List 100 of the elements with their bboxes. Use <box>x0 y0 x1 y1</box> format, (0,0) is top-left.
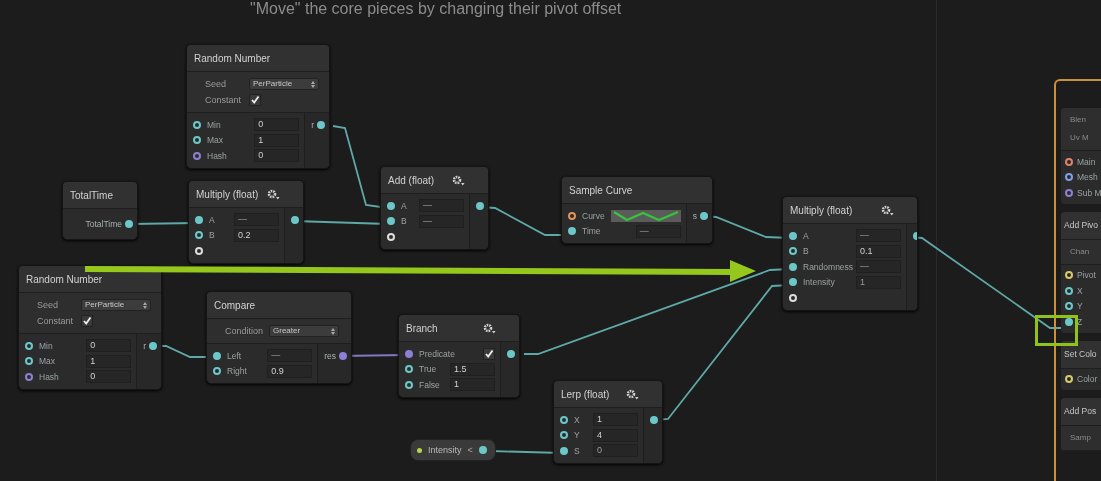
value-field[interactable]: — <box>635 224 681 238</box>
port-icon[interactable] <box>387 201 395 210</box>
node-card[interactable]: Multiply (float) A — B 0.1 Randomness — Intensity 1 <box>782 196 918 311</box>
port-icon[interactable] <box>193 136 201 145</box>
port-icon[interactable] <box>195 215 203 224</box>
node-title: Branch <box>406 322 438 334</box>
port-icon[interactable] <box>700 211 708 220</box>
node-title: Compare <box>214 299 256 311</box>
port-icon[interactable] <box>1065 317 1073 326</box>
property-node[interactable]: Intensity < <box>410 439 496 461</box>
port-icon[interactable] <box>405 365 413 374</box>
port-icon[interactable] <box>650 415 658 424</box>
dropdown[interactable]: PerParticle <box>249 78 319 90</box>
node-card[interactable]: Compare Condition Greater Left — Right 0.9 res <box>206 291 352 384</box>
port-icon[interactable] <box>25 357 33 366</box>
node-title: Add (float) <box>388 174 435 186</box>
port-label: X <box>1077 285 1084 296</box>
port-icon[interactable] <box>195 231 203 240</box>
port-icon[interactable] <box>568 227 576 236</box>
value-field[interactable]: — <box>419 214 464 228</box>
node-card[interactable]: Random Number Seed PerParticle Constant Min 0 Max 1 Hash 0 r <box>186 44 330 169</box>
value-field[interactable]: 0 <box>254 149 300 163</box>
value-field[interactable]: — <box>856 229 902 243</box>
block-card[interactable]: Blen Uv M Main Mesh Sub M <box>1061 108 1101 204</box>
port-icon[interactable] <box>789 262 797 271</box>
port-icon[interactable] <box>1065 173 1073 182</box>
value-field[interactable]: 1.5 <box>450 362 495 376</box>
value-field[interactable]: 0 <box>593 444 638 458</box>
value-field[interactable]: 1 <box>856 275 902 289</box>
dropdown[interactable]: PerParticle <box>81 299 151 311</box>
gear-icon[interactable] <box>626 388 639 400</box>
value-field[interactable]: 4 <box>593 428 638 442</box>
node-card[interactable]: Multiply (float) A — B 0.2 <box>188 180 304 264</box>
setting-label: Blen <box>1070 114 1087 126</box>
port-icon[interactable] <box>213 351 221 360</box>
value-field[interactable]: 0 <box>86 339 132 353</box>
port-icon[interactable] <box>291 215 299 224</box>
node-card[interactable]: Branch Predicate True 1.5 False 1 <box>398 314 520 398</box>
value-field[interactable]: — <box>234 213 279 227</box>
port-icon[interactable] <box>193 120 201 129</box>
port-label: A <box>401 200 408 211</box>
property-label: Intensity <box>428 445 462 455</box>
node-card[interactable]: Add (float) A — B — <box>380 166 489 250</box>
port-icon[interactable] <box>149 341 157 350</box>
value-field[interactable]: — <box>856 260 902 274</box>
port-icon[interactable] <box>568 211 576 220</box>
port-icon[interactable] <box>25 341 33 350</box>
node-card[interactable]: Lerp (float) X 1 Y 4 S 0 <box>553 380 663 464</box>
checkbox[interactable] <box>81 315 93 327</box>
port-icon[interactable] <box>560 431 568 440</box>
port-icon[interactable] <box>789 247 797 256</box>
value-field[interactable]: — <box>419 199 464 213</box>
value-field[interactable]: 0 <box>254 118 300 132</box>
value-field[interactable]: 0.2 <box>234 228 279 242</box>
node-card[interactable]: Sample Curve Curve Time — s <box>561 176 713 244</box>
port-icon[interactable] <box>789 231 797 240</box>
port-label: Predicate <box>419 348 456 359</box>
value-field[interactable]: — <box>267 349 313 363</box>
port-icon[interactable] <box>789 278 797 287</box>
port-icon[interactable] <box>213 367 221 376</box>
value-field[interactable]: 1 <box>593 413 638 427</box>
port-icon[interactable] <box>478 446 487 454</box>
port-icon[interactable] <box>339 351 347 360</box>
checkbox[interactable] <box>249 94 261 106</box>
port-icon[interactable] <box>125 219 133 228</box>
port-icon[interactable] <box>387 217 395 226</box>
port-icon[interactable] <box>1065 302 1073 311</box>
collapse-toggle[interactable]: < <box>467 445 473 455</box>
block-card[interactable]: Add Pos Samp <box>1061 398 1101 451</box>
node-title: Random Number <box>26 273 103 285</box>
value-field[interactable]: 1 <box>450 378 495 392</box>
dropdown[interactable]: Greater <box>269 325 339 337</box>
port-icon[interactable] <box>1065 157 1073 166</box>
port-icon[interactable] <box>1065 375 1073 384</box>
port-label: Randomness <box>803 261 855 272</box>
checkbox[interactable] <box>483 347 495 360</box>
port-icon[interactable] <box>560 415 568 424</box>
value-field[interactable]: 1 <box>254 133 300 147</box>
port-label: False <box>419 379 441 390</box>
value-field[interactable]: 0 <box>86 370 132 384</box>
port-icon[interactable] <box>1065 271 1073 280</box>
node-card[interactable]: Random Number Seed PerParticle Constant Min 0 Max 1 Hash 0 r <box>18 265 162 390</box>
gear-icon[interactable] <box>881 204 894 216</box>
node-card[interactable]: TotalTime TotalTime <box>62 181 138 240</box>
value-field[interactable]: 1 <box>86 354 132 368</box>
gear-icon[interactable] <box>452 174 465 186</box>
port-icon[interactable] <box>476 201 484 210</box>
port-icon[interactable] <box>560 446 568 455</box>
port-icon[interactable] <box>1065 286 1073 295</box>
curve-preview[interactable] <box>610 209 681 222</box>
port-label: Right <box>227 366 248 377</box>
block-card[interactable]: Set Colo Color <box>1061 340 1101 390</box>
port-icon[interactable] <box>405 380 413 389</box>
port-label: Mesh <box>1077 172 1099 183</box>
value-field[interactable]: 0.9 <box>267 364 313 378</box>
port-icon[interactable] <box>507 349 515 358</box>
gear-icon[interactable] <box>267 188 280 200</box>
port-icon[interactable] <box>317 120 325 129</box>
value-field[interactable]: 0.1 <box>856 244 902 258</box>
gear-icon[interactable] <box>483 322 496 334</box>
